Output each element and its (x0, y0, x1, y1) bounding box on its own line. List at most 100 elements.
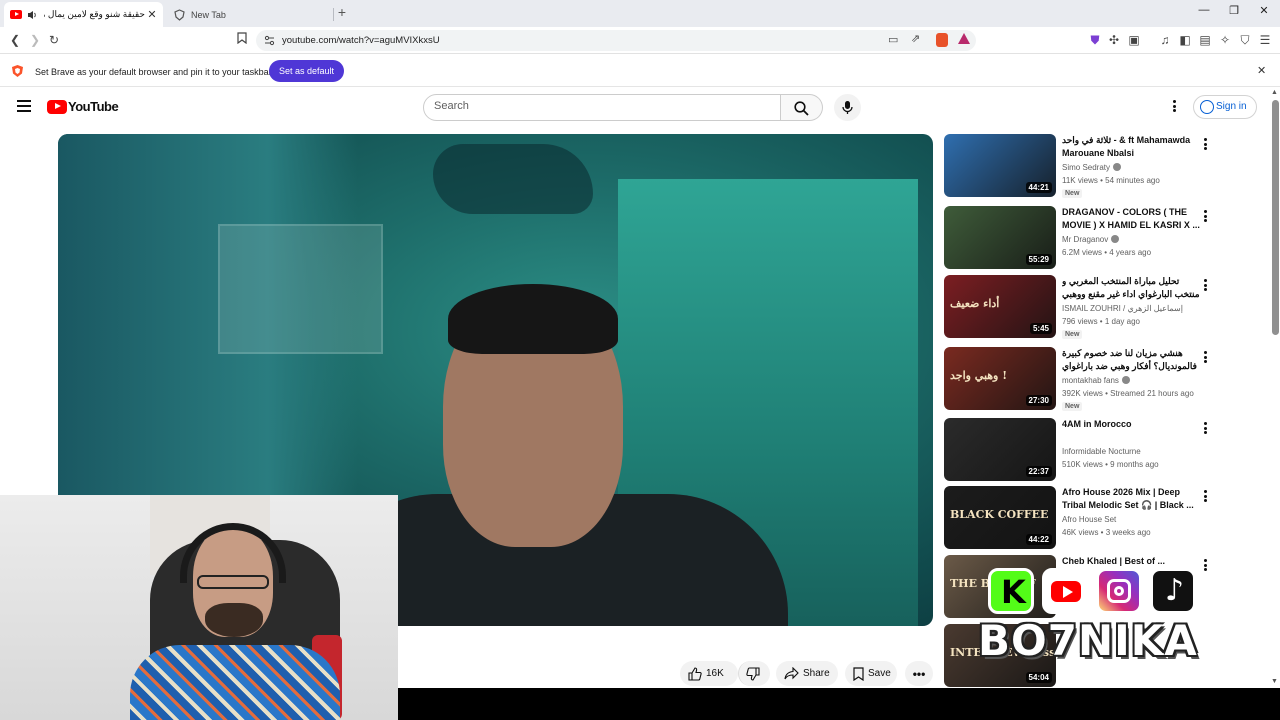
verified-icon (1113, 163, 1122, 171)
channel-name[interactable]: Informidable Nocturne (1062, 447, 1141, 456)
browser-toolbar: ❮ ❯ ↻ youtube.com/watch?v=aguMVIXkxsU ▭ … (0, 27, 1280, 54)
url-text: youtube.com/watch?v=aguMVIXkxsU (282, 35, 440, 46)
save-button[interactable]: Save (845, 661, 897, 686)
cast-icon[interactable]: ▭ (888, 33, 898, 46)
video-title[interactable]: 4AM in Morocco (1062, 418, 1202, 431)
like-count: 16K (706, 668, 724, 679)
video-title[interactable]: ثلاثة في واحد - & ft Mahamawda Marouane … (1062, 134, 1202, 160)
minimize-button[interactable]: — (1194, 4, 1214, 22)
channel-name[interactable]: montakhab fans (1062, 376, 1130, 385)
video-title[interactable]: هنشي مزيان لنا ضد خصوم كبيرة فالمونديال؟… (1062, 347, 1202, 373)
video-thumbnail[interactable]: 55:29 (944, 206, 1056, 269)
more-options-icon[interactable] (1202, 422, 1208, 436)
search-input[interactable] (434, 100, 764, 112)
search-box (423, 94, 781, 121)
scroll-up-icon[interactable]: ▲ (1271, 89, 1278, 96)
webcam-shirt (130, 645, 340, 720)
recommendation-item[interactable]: وهبي واجد ! 27:30 هنشي مزيان لنا ضد خصوم ك… (944, 347, 1264, 411)
youtube-wordmark: YouTube (68, 99, 119, 114)
like-button[interactable]: 16K (680, 661, 738, 686)
brave-rewards-icon[interactable] (958, 33, 970, 44)
duration-badge: 5:45 (1029, 323, 1052, 334)
tab-new-tab[interactable]: New Tab (168, 2, 334, 27)
video-title[interactable]: DRAGANOV - COLORS ( THE MOVIE ) X HAMID … (1062, 206, 1202, 232)
media-icon[interactable]: ♫ (1157, 32, 1173, 48)
share-page-icon[interactable]: ⇗ (911, 32, 920, 45)
video-title[interactable]: تحليل مباراة المنتخب المغربي و منتخب الب… (1062, 275, 1202, 301)
youtube-play-icon (47, 99, 67, 114)
new-badge: New (1062, 189, 1083, 198)
channel-name[interactable]: Mr Draganov (1062, 235, 1120, 244)
scrollbar-thumb[interactable] (1272, 100, 1279, 335)
dislike-button[interactable] (738, 661, 770, 686)
channel-name-text: ISMAIL ZOUHRI / إسماعيل الزهري (1062, 304, 1183, 313)
sidebar-icon[interactable]: ◧ (1177, 32, 1193, 48)
main-menu-icon[interactable]: ☰ (1257, 32, 1273, 48)
site-info-icon[interactable] (264, 35, 275, 46)
channel-name-text: Mr Draganov (1062, 235, 1109, 244)
thumbnail-text: أداء ضعيف (950, 297, 1000, 310)
more-actions-button[interactable]: ••• (905, 661, 933, 686)
new-tab-button[interactable]: + (334, 4, 350, 22)
instagram-logo-icon (1096, 568, 1142, 614)
more-options-icon[interactable] (1202, 279, 1208, 293)
recommendation-item[interactable]: أداء ضعيف 5:45 تحليل مباراة المنتخب المغرب… (944, 275, 1264, 339)
more-options-icon[interactable] (1202, 490, 1208, 504)
recommendation-item[interactable]: 22:37 4AM in Morocco Informidable Nocturne… (944, 418, 1264, 482)
bookmark-icon[interactable] (234, 32, 250, 48)
more-options-icon[interactable] (1202, 138, 1208, 152)
leo-ai-icon[interactable]: ✧ (1217, 32, 1233, 48)
recommendation-item[interactable]: BLACK COFFEE 44:22 Afro House 2026 Mix | D… (944, 486, 1264, 550)
video-thumbnail[interactable]: 44:21 (944, 134, 1056, 197)
infobar-message: Set Brave as your default browser and pi… (35, 67, 272, 77)
duration-badge: 44:22 (1025, 534, 1052, 545)
back-icon[interactable]: ❮ (7, 32, 23, 48)
reload-icon[interactable]: ↻ (46, 32, 62, 48)
scroll-down-icon[interactable]: ▼ (1271, 678, 1278, 685)
tab-strip: حقيقة شنو وقع لامين يمال مع ✕ New Tab + … (0, 0, 1280, 27)
voice-search-button[interactable] (834, 94, 861, 121)
video-thumbnail[interactable]: وهبي واجد ! 27:30 (944, 347, 1056, 410)
video-person-hair (448, 284, 618, 354)
forward-icon[interactable]: ❯ (27, 32, 43, 48)
guide-menu-icon[interactable] (17, 100, 31, 112)
wallet-icon[interactable]: ▤ (1197, 32, 1213, 48)
channel-name[interactable]: Simo Sedraty (1062, 163, 1122, 172)
set-default-button[interactable]: Set as default (269, 60, 344, 82)
tab-search-icon[interactable]: ▣ (1126, 32, 1142, 48)
video-title[interactable]: Afro House 2026 Mix | Deep Tribal Melodi… (1062, 486, 1202, 512)
maximize-button[interactable]: ❐ (1224, 4, 1244, 22)
more-options-icon[interactable] (1202, 210, 1208, 224)
account-icon (1200, 100, 1214, 114)
share-button[interactable]: Share (776, 661, 838, 686)
settings-more-icon[interactable] (1171, 100, 1177, 114)
youtube-logo[interactable]: YouTube (47, 99, 119, 114)
share-label: Share (803, 668, 830, 679)
speaker-icon[interactable] (27, 10, 38, 20)
infobar-close-icon[interactable]: ✕ (1257, 64, 1266, 77)
tab-close-icon[interactable]: ✕ (145, 8, 159, 21)
address-bar[interactable]: youtube.com/watch?v=aguMVIXkxsU ▭ ⇗ (256, 30, 976, 51)
video-thumbnail[interactable]: 22:37 (944, 418, 1056, 481)
search-button[interactable] (781, 94, 823, 121)
recommendation-item[interactable]: 55:29 DRAGANOV - COLORS ( THE MOVIE ) X H… (944, 206, 1264, 270)
shield-icon[interactable]: ⛉ (1237, 32, 1253, 48)
extensions-icon[interactable]: ✣ (1106, 32, 1122, 48)
brave-logo-icon (12, 65, 23, 77)
duration-badge: 44:21 (1025, 182, 1052, 193)
brave-shields-icon[interactable] (936, 33, 948, 47)
thumbnail-text: وهبي واجد ! (950, 369, 1008, 382)
tab-youtube[interactable]: حقيقة شنو وقع لامين يمال مع ✕ (4, 2, 163, 27)
more-options-icon[interactable] (1202, 351, 1208, 365)
video-thumbnail[interactable]: أداء ضعيف 5:45 (944, 275, 1056, 338)
channel-name-overlay: BO7NIKA (978, 616, 1198, 665)
verified-icon (1111, 235, 1120, 243)
window-close-button[interactable]: ✕ (1254, 4, 1274, 22)
tab-title: New Tab (191, 9, 226, 20)
recommendation-item[interactable]: 44:21 ثلاثة في واحد - & ft Mahamawda Maro… (944, 134, 1264, 198)
brave-vpn-icon[interactable]: ⛊ (1087, 32, 1103, 48)
sign-in-button[interactable]: Sign in (1193, 95, 1257, 119)
video-thumbnail[interactable]: BLACK COFFEE 44:22 (944, 486, 1056, 549)
channel-name[interactable]: ISMAIL ZOUHRI / إسماعيل الزهري (1062, 304, 1183, 313)
channel-name[interactable]: Afro House Set (1062, 515, 1116, 524)
